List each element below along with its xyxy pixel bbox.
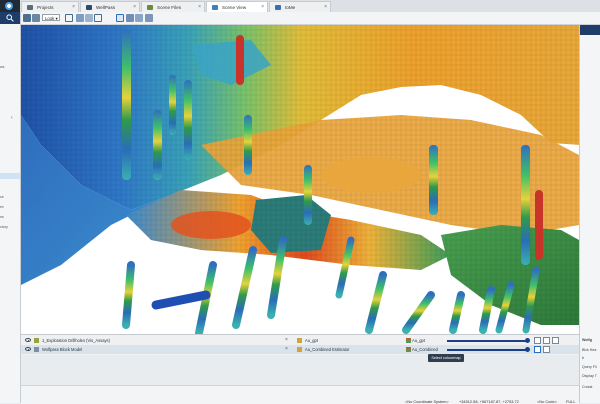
panel-header: [580, 25, 600, 35]
pencil-icon[interactable]: [65, 14, 73, 22]
slice-icon[interactable]: [145, 14, 153, 22]
cursor-position: +34512.58, +567187.87, +2753.72: [459, 399, 519, 404]
collapse-handle-icon[interactable]: ‹: [11, 115, 13, 121]
app-logo-icon[interactable]: [0, 0, 20, 12]
estimator-icon: [297, 347, 302, 352]
scene-files-icon: [147, 5, 153, 10]
panel-field-label: Blck Hea: [582, 348, 597, 352]
project-tree-sidebar: ws ce ex ns ctory ‹: [0, 12, 21, 403]
block-model-icon: [34, 347, 39, 352]
remove-layer-icon[interactable]: ×: [285, 345, 288, 354]
tooltip: Select colourmap: [428, 354, 464, 362]
drillhole-layer-icon: [34, 338, 39, 343]
code-selector[interactable]: <No Code>: [537, 399, 557, 404]
clip-icon[interactable]: [534, 346, 541, 353]
scene-toolbar: Look ▾: [21, 12, 600, 25]
scene-view-icon: [212, 5, 218, 10]
properties-panel: Wolfg Blck Hea tr Query Fil Display T Cr…: [579, 25, 600, 403]
colourmap-label: Au_gpt: [412, 338, 425, 343]
tab-label: WellPass: [96, 5, 116, 10]
visibility-eye-icon[interactable]: [25, 338, 31, 342]
sidebar-tree-item[interactable]: ns: [0, 215, 4, 219]
close-icon[interactable]: ×: [198, 2, 201, 12]
tab-label: toMe: [285, 5, 296, 10]
close-icon[interactable]: ×: [324, 2, 327, 12]
tab-scene-files[interactable]: Scene Files ×: [141, 1, 205, 12]
opacity-slider-knob[interactable]: [525, 347, 530, 352]
sidebar-tree-item[interactable]: ctory: [0, 225, 8, 229]
opacity-slider[interactable]: [447, 349, 527, 351]
view-options-icon[interactable]: [32, 14, 40, 22]
coordinate-system[interactable]: <No Coordinate System>: [405, 399, 449, 404]
status-bar: <No Coordinate System> +34512.58, +56718…: [21, 385, 579, 404]
colourmap-swatch[interactable]: [406, 338, 411, 343]
close-icon[interactable]: ×: [261, 2, 264, 12]
opacity-slider[interactable]: [447, 340, 527, 342]
panel-title: Wolfg: [582, 338, 592, 342]
panel-field-label: tr: [582, 356, 585, 360]
layer-row-selected[interactable]: Wolfpass Block Model × Au_Combined Estim…: [21, 345, 579, 354]
clip-icon[interactable]: [534, 337, 541, 344]
filter-icon[interactable]: [543, 346, 550, 353]
sidebar-tree-item[interactable]: ws: [0, 65, 4, 69]
layer-name: Wolfpass Block Model: [42, 347, 83, 352]
tab-scene-view[interactable]: Scene View ×: [206, 1, 268, 12]
layer-table: Au_Combined Estimator: [305, 347, 350, 352]
look-dropdown[interactable]: Look ▾: [42, 14, 60, 21]
eraser-icon[interactable]: [85, 14, 93, 22]
sidebar-tree-item[interactable]: ce: [0, 195, 4, 199]
settings-icon[interactable]: [552, 337, 559, 344]
layer-table: Au_gpt: [305, 338, 318, 343]
sidebar-search-button[interactable]: [0, 12, 20, 24]
look-dropdown-label: Look: [45, 16, 55, 21]
opacity-slider-knob[interactable]: [525, 338, 530, 343]
tab-wellpass[interactable]: WellPass ×: [80, 1, 140, 12]
sidebar-selected-item[interactable]: [0, 173, 20, 179]
search-icon: [6, 14, 14, 22]
panel-field-label: Crosst: [582, 385, 593, 389]
scene-view-3d[interactable]: [21, 25, 579, 334]
layer-name: 1_Exploration Drillholes (Vis_Assays): [42, 338, 110, 343]
brush-icon[interactable]: [76, 14, 84, 22]
document-icon: [275, 5, 281, 10]
filter-icon[interactable]: [543, 337, 550, 344]
view-icon[interactable]: [23, 14, 31, 22]
projects-icon: [27, 5, 33, 10]
tab-projects[interactable]: Projects ×: [21, 1, 79, 12]
colourmap-label: Au_Combined: [412, 347, 438, 352]
colourmap-swatch[interactable]: [406, 347, 411, 352]
panel-field-label: Query Fil: [582, 365, 597, 369]
layer-row[interactable]: 1_Exploration Drillholes (Vis_Assays) × …: [21, 336, 579, 345]
measure-icon[interactable]: [135, 14, 143, 22]
tab-label: Scene Files: [157, 5, 182, 10]
tab-label: Projects: [37, 5, 54, 10]
remove-layer-icon[interactable]: ×: [285, 336, 288, 345]
scene-layer-list: 1_Exploration Drillholes (Vis_Assays) × …: [21, 334, 579, 355]
visibility-eye-icon[interactable]: [25, 347, 31, 351]
tab-label: Scene View: [222, 5, 247, 10]
frame-icon[interactable]: [94, 14, 102, 22]
select-icon[interactable]: [116, 14, 124, 22]
view-mode[interactable]: FULL: [566, 399, 576, 404]
tab-tome[interactable]: toMe ×: [269, 1, 331, 12]
table-icon: [297, 338, 302, 343]
close-icon[interactable]: ×: [72, 2, 75, 12]
edit-icon[interactable]: [126, 14, 134, 22]
sidebar-tree-item[interactable]: ex: [0, 205, 4, 209]
block-model-rendering: [21, 25, 579, 334]
project-icon: [86, 5, 92, 10]
close-icon[interactable]: ×: [133, 2, 136, 12]
panel-field-label: Display T: [582, 374, 597, 378]
